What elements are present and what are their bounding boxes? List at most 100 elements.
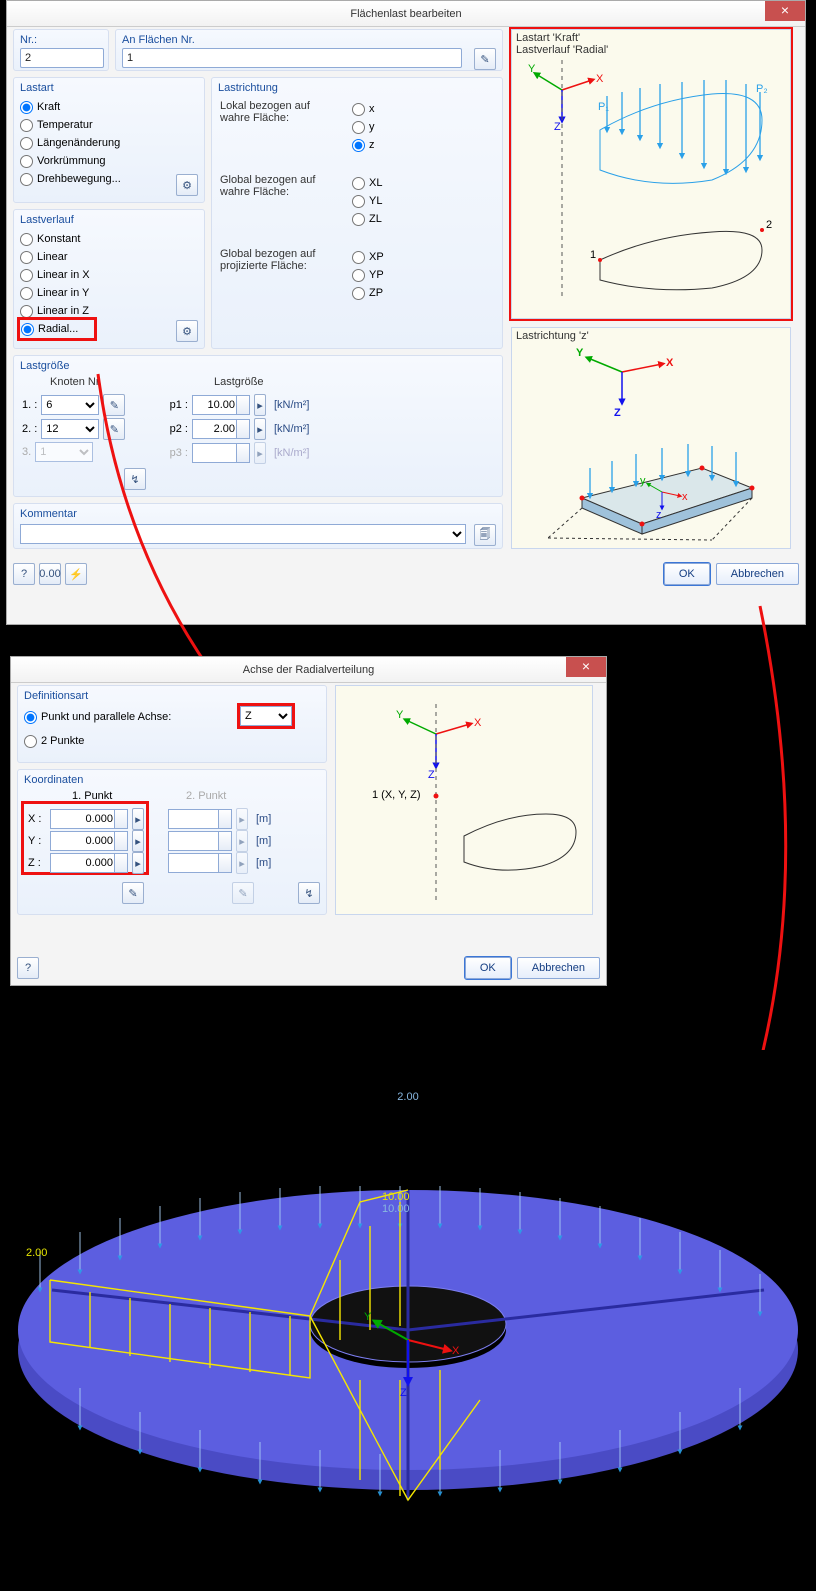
on-surfaces-input[interactable]	[122, 48, 462, 68]
opt-drehbewegung[interactable]: Drehbewegung...	[20, 170, 198, 188]
row2-more-icon[interactable]: ▸	[254, 418, 266, 440]
titlebar[interactable]: Flächenlast bearbeiten ×	[7, 1, 805, 27]
dir-xp[interactable]: XP	[352, 248, 384, 266]
kz-unit: [m]	[256, 857, 271, 869]
pick-point1-icon[interactable]: ✎	[122, 882, 144, 904]
opt-vorkruemmung[interactable]: Vorkrümmung	[20, 152, 198, 170]
global1-label: Global bezogen auf wahre Fläche:	[220, 174, 340, 198]
group-koordinaten: Koordinaten 1. Punkt 2. Punkt X : 0.000 …	[17, 769, 327, 915]
on-surfaces-label: An Flächen Nr.	[122, 34, 195, 46]
svg-text:y: y	[640, 475, 646, 487]
dialog-surface-load: Flächenlast bearbeiten × Nr.: An Flächen…	[6, 0, 806, 625]
kx1-more-icon[interactable]: ▸	[132, 808, 144, 830]
opt-linear-y[interactable]: Linear in Y	[20, 284, 198, 302]
svg-text:X: X	[474, 717, 482, 729]
dir-xl[interactable]: XL	[352, 174, 382, 192]
svg-text:1: 1	[590, 249, 596, 261]
cancel-button-2[interactable]: Abbrechen	[517, 957, 600, 979]
col2-label: 2. Punkt	[186, 790, 226, 802]
svg-text:2.00: 2.00	[397, 1091, 418, 1103]
dir-yp[interactable]: YP	[352, 266, 384, 284]
lastverlauf-settings-icon[interactable]: ⚙	[176, 320, 198, 342]
row1-idx: 1. :	[22, 399, 37, 411]
apply-all-icon[interactable]: ↯	[124, 468, 146, 490]
lastgroesse-title: Lastgröße	[20, 360, 70, 372]
svg-text:Z: Z	[614, 407, 621, 419]
kz1-more-icon[interactable]: ▸	[132, 852, 144, 874]
axis-select[interactable]: Z	[240, 706, 292, 726]
dir-z[interactable]: z	[352, 136, 375, 154]
row2-p-label: p2 :	[164, 423, 188, 435]
pick-surface-icon[interactable]: ✎	[474, 48, 496, 70]
svg-text:10.00: 10.00	[382, 1203, 410, 1215]
opt-radial[interactable]: Radial...	[20, 320, 94, 338]
kommentar-input[interactable]	[20, 524, 466, 544]
lastart-settings-icon[interactable]: ⚙	[176, 174, 198, 196]
kz-label: Z :	[28, 857, 46, 869]
kz2-more-icon: ▸	[236, 852, 248, 874]
svg-text:1 (X, Y, Z): 1 (X, Y, Z)	[372, 789, 421, 801]
group-lastart: Lastart Kraft Temperatur Längenänderung …	[13, 77, 205, 203]
ky1-more-icon[interactable]: ▸	[132, 830, 144, 852]
row2-p-value[interactable]: 2.00	[192, 419, 250, 439]
opt-temperatur[interactable]: Temperatur	[20, 116, 198, 134]
svg-text:P₂: P₂	[756, 83, 768, 95]
swap-icon[interactable]: ↯	[298, 882, 320, 904]
kommentar-library-icon[interactable]: 🗐	[474, 524, 496, 546]
preview-direction: Lastrichtung 'z' X Y Z	[511, 327, 791, 549]
row1-more-icon[interactable]: ▸	[254, 394, 266, 416]
close-icon-2[interactable]: ×	[566, 657, 606, 677]
dir-zl[interactable]: ZL	[352, 210, 382, 228]
group-lastgroesse: Lastgröße Knoten Nr. Lastgröße 1. : 6 ✎ …	[13, 355, 503, 497]
ok-button-2[interactable]: OK	[465, 957, 511, 979]
opt-linear-x[interactable]: Linear in X	[20, 266, 198, 284]
lokal-label: Lokal bezogen auf wahre Fläche:	[220, 100, 340, 124]
dir-y[interactable]: y	[352, 118, 375, 136]
row1-unit: [kN/m²]	[274, 399, 309, 411]
opt-linear[interactable]: Linear	[20, 248, 198, 266]
preview-load-type: Lastart 'Kraft' Lastverlauf 'Radial' X Y	[511, 29, 791, 319]
opt-kraft[interactable]: Kraft	[20, 98, 198, 116]
row1-knoten[interactable]: 6	[41, 395, 99, 415]
dir-zp[interactable]: ZP	[352, 284, 384, 302]
svg-text:Z: Z	[554, 121, 561, 133]
kz1-value[interactable]: 0.000	[50, 853, 128, 873]
opt-linear-z[interactable]: Linear in Z	[20, 302, 198, 320]
nr-input[interactable]	[20, 48, 104, 68]
svg-text:z: z	[656, 509, 662, 521]
svg-text:Y: Y	[396, 709, 404, 721]
kx2-more-icon: ▸	[236, 808, 248, 830]
group-nr: Nr.:	[13, 29, 109, 71]
row1-p-value[interactable]: 10.00	[192, 395, 250, 415]
titlebar2[interactable]: Achse der Radialverteilung ×	[11, 657, 606, 683]
row3-unit: [kN/m²]	[274, 447, 309, 459]
cancel-button[interactable]: Abbrechen	[716, 563, 799, 585]
pick-point2-icon: ✎	[232, 882, 254, 904]
dir-yl[interactable]: YL	[352, 192, 382, 210]
opt-2points[interactable]: 2 Punkte	[24, 732, 320, 750]
global2-label: Global bezogen auf projizierte Fläche:	[220, 248, 340, 272]
preview-radial-axis: X Y Z 1 (X, Y, Z)	[335, 685, 593, 915]
opt-laengenaenderung[interactable]: Längenänderung	[20, 134, 198, 152]
ok-button[interactable]: OK	[664, 563, 710, 585]
row1-pick-icon[interactable]: ✎	[103, 394, 125, 416]
viewport-3d[interactable]: X Y Z 2.00 2.00 10.00 10.00	[0, 1040, 816, 1588]
row2-pick-icon[interactable]: ✎	[103, 418, 125, 440]
close-icon[interactable]: ×	[765, 1, 805, 21]
help-icon[interactable]: ?	[13, 563, 35, 585]
help-icon-2[interactable]: ?	[17, 957, 39, 979]
ky1-value[interactable]: 0.000	[50, 831, 128, 851]
opt-konstant[interactable]: Konstant	[20, 230, 198, 248]
row2-knoten[interactable]: 12	[41, 419, 99, 439]
dialog2-title: Achse der Radialverteilung	[243, 664, 374, 676]
svg-text:2: 2	[766, 219, 772, 231]
kx1-value[interactable]: 0.000	[50, 809, 128, 829]
svg-text:Z: Z	[400, 1387, 407, 1399]
dir-x[interactable]: x	[352, 100, 375, 118]
units-icon[interactable]: 0.00	[39, 563, 61, 585]
row3-p-label: p3 :	[164, 447, 188, 459]
lastverlauf-title: Lastverlauf	[20, 214, 74, 226]
group-on-surfaces: An Flächen Nr. ✎	[115, 29, 503, 71]
pick-icon[interactable]: ⚡	[65, 563, 87, 585]
def-title: Definitionsart	[24, 690, 88, 702]
